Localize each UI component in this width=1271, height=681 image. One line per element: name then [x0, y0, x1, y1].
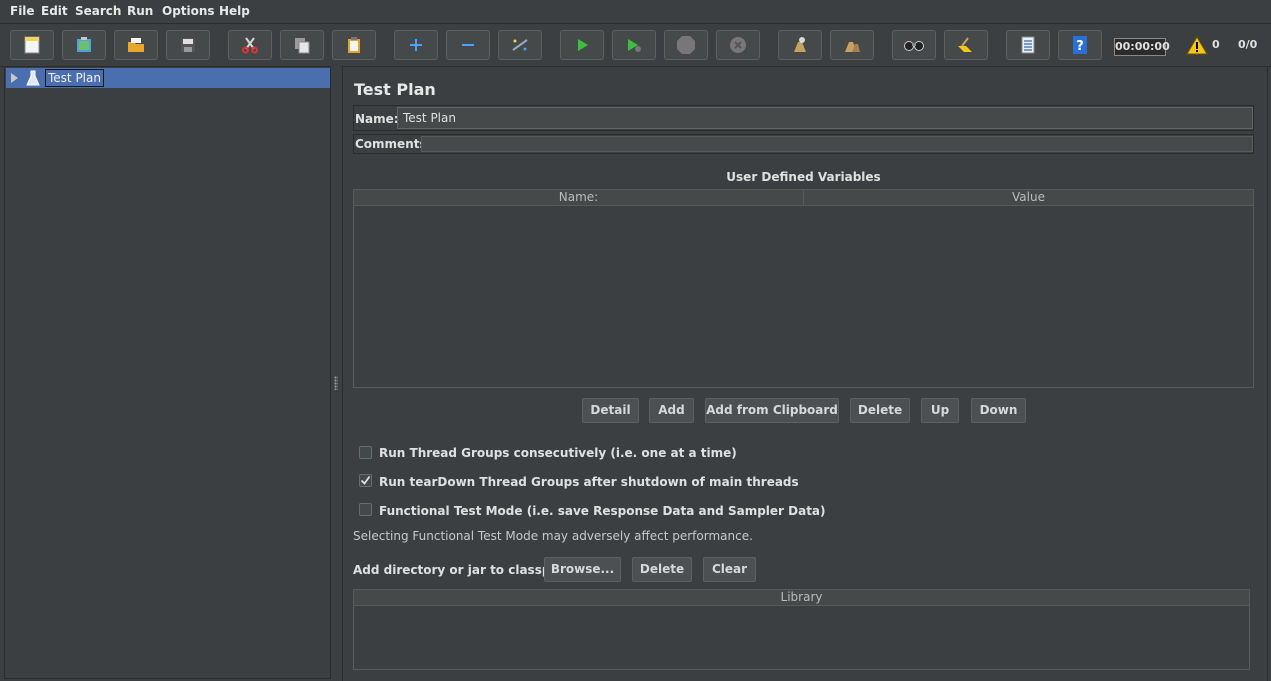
- menu-options[interactable]: Options: [162, 4, 215, 18]
- run-consecutively-checkbox[interactable]: [359, 446, 372, 459]
- toggle-button[interactable]: [498, 30, 542, 60]
- page-title: Test Plan: [354, 80, 436, 99]
- tree-label[interactable]: Test Plan: [45, 69, 104, 87]
- comments-label: Comments:: [355, 137, 432, 151]
- copy-button[interactable]: [280, 30, 324, 60]
- expand-arrow-icon[interactable]: [11, 73, 18, 83]
- start-no-pauses-button[interactable]: [612, 30, 656, 60]
- menu-help[interactable]: Help: [219, 4, 250, 18]
- udv-title: User Defined Variables: [726, 170, 881, 184]
- classpath-label: Add directory or jar to classpath: [353, 563, 573, 577]
- open-button[interactable]: [114, 30, 158, 60]
- menu-file[interactable]: File: [10, 4, 35, 18]
- toggle-wand-icon: [512, 39, 528, 51]
- flask-icon: [26, 70, 40, 86]
- help-button[interactable]: ?: [1058, 30, 1102, 60]
- functional-mode-checkbox[interactable]: [359, 503, 372, 516]
- cut-button[interactable]: [228, 30, 272, 60]
- toolbar: ? 00:00:00 0 0/0: [0, 24, 1271, 67]
- save-button[interactable]: [166, 30, 210, 60]
- warning-count: 0: [1212, 38, 1220, 51]
- column-header-value[interactable]: Value: [804, 190, 1253, 206]
- functional-mode-label[interactable]: Functional Test Mode (i.e. save Response…: [379, 504, 826, 518]
- expand-all-button[interactable]: [394, 30, 438, 60]
- browse-button[interactable]: Browse...: [544, 557, 621, 582]
- add-button[interactable]: Add: [649, 398, 694, 423]
- search-button[interactable]: [892, 30, 936, 60]
- plus-icon: [410, 39, 422, 51]
- broom-clear-all-icon: [845, 42, 860, 52]
- menu-edit[interactable]: Edit: [41, 4, 68, 18]
- column-header-library[interactable]: Library: [354, 590, 1249, 606]
- templates-icon: [77, 37, 91, 52]
- column-header-name[interactable]: Name:: [354, 190, 804, 206]
- list-icon: [1021, 36, 1035, 54]
- clear-classpath-button[interactable]: Clear: [703, 557, 756, 582]
- new-file-icon: [24, 36, 40, 54]
- stop-button[interactable]: [664, 30, 708, 60]
- shutdown-icon: [730, 37, 746, 53]
- elapsed-timer: 00:00:00: [1114, 38, 1170, 56]
- shutdown-button[interactable]: [716, 30, 760, 60]
- start-button[interactable]: [560, 30, 604, 60]
- test-plan-tree: Test Plan: [4, 66, 331, 679]
- menu-bar: File Edit Search Run Options Help: [0, 0, 1271, 24]
- clear-all-button[interactable]: [830, 30, 874, 60]
- name-field[interactable]: Test Plan: [397, 107, 1253, 129]
- detail-button[interactable]: Detail: [582, 398, 639, 423]
- copy-icon: [295, 38, 310, 54]
- run-teardown-checkbox[interactable]: [359, 474, 372, 487]
- run-teardown-label[interactable]: Run tearDown Thread Groups after shutdow…: [379, 475, 799, 489]
- stop-icon: [677, 36, 695, 54]
- splitter[interactable]: [331, 66, 341, 681]
- scissors-icon: [242, 37, 258, 54]
- save-icon: [181, 38, 195, 52]
- minus-icon: [462, 44, 474, 46]
- paste-clipboard-icon: [348, 37, 360, 53]
- comments-field[interactable]: [421, 136, 1253, 152]
- open-folder-icon: [128, 38, 144, 52]
- warning-icon[interactable]: [1186, 36, 1208, 55]
- reset-search-button[interactable]: [944, 30, 988, 60]
- run-consecutively-label[interactable]: Run Thread Groups consecutively (i.e. on…: [379, 446, 737, 460]
- up-button[interactable]: Up: [921, 398, 959, 423]
- function-helper-button[interactable]: [1006, 30, 1050, 60]
- broom-clear-icon: [794, 37, 806, 52]
- new-button[interactable]: [10, 30, 54, 60]
- clear-button[interactable]: [778, 30, 822, 60]
- menu-search[interactable]: Search: [75, 4, 121, 18]
- reset-broom-icon: [958, 37, 972, 52]
- templates-button[interactable]: [62, 30, 106, 60]
- help-book-icon: ?: [1073, 36, 1087, 54]
- down-button[interactable]: Down: [971, 398, 1026, 423]
- name-label: Name:: [355, 112, 399, 126]
- play-icon: [578, 39, 588, 51]
- library-table[interactable]: Library: [353, 589, 1250, 670]
- udv-table[interactable]: Name: Value: [353, 189, 1254, 388]
- delete-variable-button[interactable]: Delete: [850, 398, 910, 423]
- binoculars-icon: [904, 41, 924, 51]
- checkmark-icon: [360, 475, 371, 485]
- collapse-all-button[interactable]: [446, 30, 490, 60]
- delete-classpath-button[interactable]: Delete: [632, 557, 692, 582]
- play-no-pause-icon: [628, 39, 641, 52]
- paste-button[interactable]: [332, 30, 376, 60]
- menu-run[interactable]: Run: [127, 4, 153, 18]
- splitter-grip-icon[interactable]: [334, 376, 338, 390]
- active-threads-ratio: 0/0: [1238, 38, 1258, 51]
- tree-row-test-plan[interactable]: Test Plan: [6, 68, 330, 88]
- svg-text:?: ?: [1076, 39, 1084, 54]
- add-from-clipboard-button[interactable]: Add from Clipboard: [705, 398, 839, 423]
- functional-mode-note: Selecting Functional Test Mode may adver…: [353, 529, 753, 543]
